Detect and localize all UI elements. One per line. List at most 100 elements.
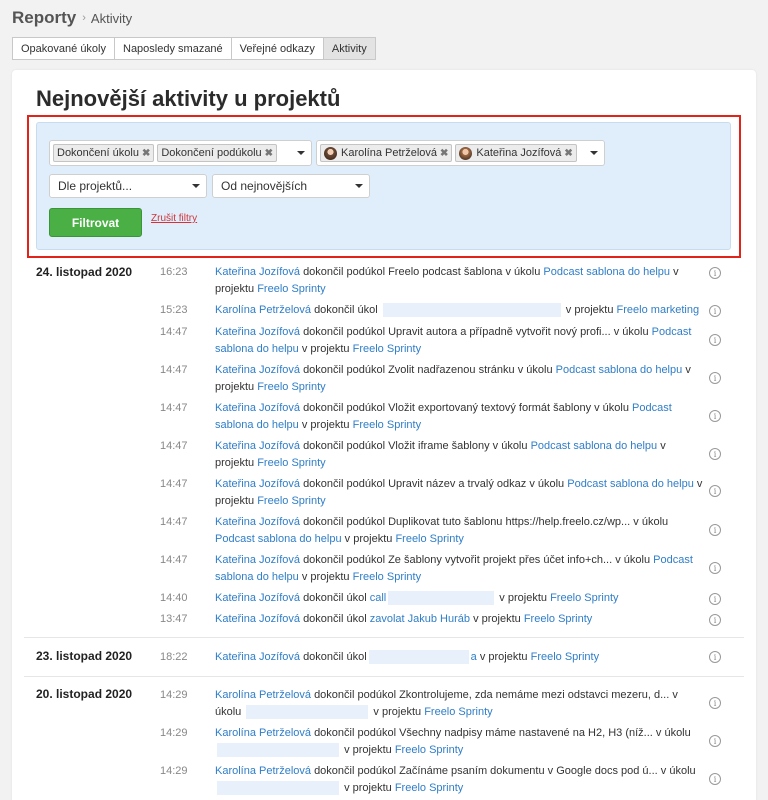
task-link[interactable]: Podcast sablona do helpu [531,440,658,452]
project-link[interactable]: Freelo Sprinty [353,571,421,583]
activity-text: Kateřina Jozífová dokončil podúkol Zvoli… [215,362,705,396]
action-text: dokončil podúkol [314,765,397,777]
action-text: dokončil podúkol [303,516,386,528]
info-icon[interactable]: i [709,524,721,536]
tab-naposledy-smazane[interactable]: Naposledy smazané [114,37,232,60]
user-link[interactable]: Kateřina Jozífová [215,554,300,566]
user-link[interactable]: Karolína Petrželová [215,765,311,777]
user-link[interactable]: Karolína Petrželová [215,727,311,739]
task-prefix: v úkolu [633,516,669,528]
user-link[interactable]: Karolína Petrželová [215,689,311,701]
tab-bar: Opakované úkoly Naposledy smazané Veřejn… [12,37,376,60]
activity-time: 14:29 [160,727,188,739]
user-link[interactable]: Kateřina Jozífová [215,592,300,604]
date-heading: 23. listopad 2020 [36,649,133,663]
project-link[interactable]: Freelo Sprinty [257,283,325,295]
activity-text: Karolína Petrželová dokončil podúkol Vše… [215,725,705,759]
redacted-task-name [388,591,495,606]
activity-time: 13:47 [160,613,188,625]
task-link[interactable]: Podcast sablona do helpu [556,364,683,376]
user-link[interactable]: Kateřina Jozífová [215,478,300,490]
project-link[interactable]: Freelo Sprinty [424,706,492,718]
activity-text: Kateřina Jozífová dokončil podúkol Ze ša… [215,552,705,586]
activity-time: 14:47 [160,402,188,414]
info-icon[interactable]: i [709,448,721,460]
user-link[interactable]: Kateřina Jozífová [215,651,300,663]
project-link[interactable]: Freelo Sprinty [257,457,325,469]
project-link[interactable]: Freelo Sprinty [257,381,325,393]
date-heading: 20. listopad 2020 [36,687,133,701]
info-icon[interactable]: i [709,735,721,747]
activity-text: Kateřina Jozífová dokončil podúkol Vloži… [215,400,705,434]
info-icon[interactable]: i [709,614,721,626]
project-link[interactable]: Freelo Sprinty [524,613,592,625]
user-link[interactable]: Kateřina Jozífová [215,326,300,338]
info-icon[interactable]: i [709,697,721,709]
project-link[interactable]: Freelo Sprinty [257,495,325,507]
project-prefix: v projektu [344,744,392,756]
tab-verejne-odkazy[interactable]: Veřejné odkazy [230,37,324,60]
info-icon[interactable]: i [709,305,721,317]
task-link[interactable]: Podcast sablona do helpu [567,478,694,490]
redacted-task-name [246,705,369,720]
info-icon[interactable]: i [709,485,721,497]
project-link[interactable]: Freelo Sprinty [550,592,618,604]
group-divider [24,676,744,677]
project-prefix: v projektu [301,571,350,583]
project-link[interactable]: Freelo Sprinty [395,744,463,756]
info-icon[interactable]: i [709,267,721,279]
user-link[interactable]: Kateřina Jozífová [215,440,300,452]
project-link[interactable]: Freelo Sprinty [395,782,463,794]
task-link[interactable]: call [370,592,387,604]
info-icon[interactable]: i [709,562,721,574]
item-name: Začínáme psaním dokumentu v Google docs … [399,765,658,777]
task-link[interactable]: Podcast sablona do helpu [543,266,670,278]
project-link[interactable]: Freelo Sprinty [353,419,421,431]
tab-aktivity[interactable]: Aktivity [322,37,376,60]
user-link[interactable]: Kateřina Jozífová [215,266,300,278]
project-link[interactable]: Freelo marketing [617,304,700,316]
user-link[interactable]: Kateřina Jozífová [215,364,300,376]
activity-time: 14:29 [160,689,188,701]
activity-text: Kateřina Jozífová dokončil podúkol Uprav… [215,476,705,510]
item-name: Vložit exportovaný textový formát šablon… [388,402,592,414]
info-icon[interactable]: i [709,410,721,422]
breadcrumb-title[interactable]: Reporty [12,8,76,28]
task-prefix: v úkolu [655,727,691,739]
action-text: dokončil podúkol [303,266,386,278]
breadcrumb-current: Aktivity [90,10,133,26]
action-text: dokončil podúkol [303,326,386,338]
action-text: dokončil podúkol [303,440,386,452]
project-prefix: v projektu [565,304,614,316]
project-link[interactable]: Freelo Sprinty [395,533,463,545]
tab-opakovane-ukoly[interactable]: Opakované úkoly [12,37,115,60]
user-link[interactable]: Karolína Petrželová [215,304,311,316]
date-heading: 24. listopad 2020 [36,265,133,279]
task-link[interactable]: zavolat Jakub Huráb [370,613,470,625]
project-link[interactable]: Freelo Sprinty [531,651,599,663]
activity-text: Karolína Petrželová dokončil úkol v proj… [215,302,705,319]
item-name: Ze šablony vytvořit projekt přes účet in… [388,554,613,566]
action-text: dokončil podúkol [303,478,386,490]
task-link[interactable]: a [471,651,477,663]
activity-time: 14:40 [160,592,188,604]
task-link[interactable]: Podcast sablona do helpu [215,533,342,545]
info-icon[interactable]: i [709,773,721,785]
info-icon[interactable]: i [709,593,721,605]
user-link[interactable]: Kateřina Jozífová [215,516,300,528]
info-icon[interactable]: i [709,372,721,384]
action-text: dokončil úkol [303,651,367,663]
breadcrumb: Reporty › Aktivity [12,8,132,28]
info-icon[interactable]: i [709,334,721,346]
user-link[interactable]: Kateřina Jozífová [215,613,300,625]
redacted-task-name [217,743,339,758]
activity-time: 14:47 [160,326,188,338]
project-prefix: v projektu [344,533,393,545]
project-link[interactable]: Freelo Sprinty [353,343,421,355]
task-prefix: v úkolu [615,554,651,566]
item-name: Zkontrolujeme, zda nemáme mezi odstavci … [399,689,670,701]
activity-text: Kateřina Jozífová dokončil úkol a v proje… [215,649,705,666]
info-icon[interactable]: i [709,651,721,663]
action-text: dokončil podúkol [303,364,386,376]
user-link[interactable]: Kateřina Jozífová [215,402,300,414]
